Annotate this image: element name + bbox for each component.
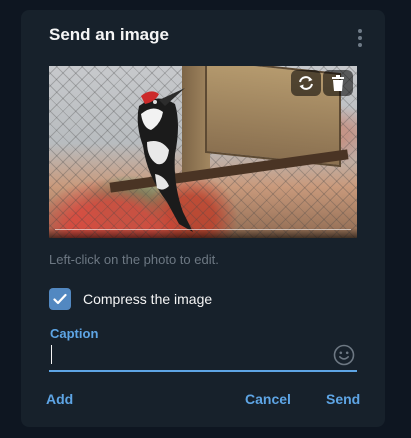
- emoji-icon[interactable]: [333, 344, 355, 366]
- edit-hint: Left-click on the photo to edit.: [49, 252, 219, 267]
- image-preview[interactable]: [49, 66, 357, 238]
- replace-icon[interactable]: [291, 70, 321, 96]
- video-progress-overlay: [49, 228, 357, 238]
- more-vertical-icon[interactable]: [353, 26, 367, 50]
- woodpecker-illustration: [137, 88, 193, 232]
- text-caret: [51, 345, 52, 364]
- caption-input[interactable]: [49, 344, 357, 372]
- add-button[interactable]: Add: [46, 391, 73, 407]
- trash-icon[interactable]: [323, 70, 353, 96]
- caption-label: Caption: [50, 326, 99, 341]
- dialog-title: Send an image: [49, 25, 169, 44]
- cancel-button[interactable]: Cancel: [245, 391, 291, 407]
- compress-label: Compress the image: [83, 291, 213, 307]
- compress-checkbox[interactable]: [49, 288, 71, 310]
- send-button[interactable]: Send: [326, 391, 360, 407]
- send-image-dialog: Send an image Left-click on the photo to…: [21, 10, 385, 427]
- compress-option[interactable]: Compress the image: [49, 288, 212, 310]
- check-icon: [53, 293, 67, 305]
